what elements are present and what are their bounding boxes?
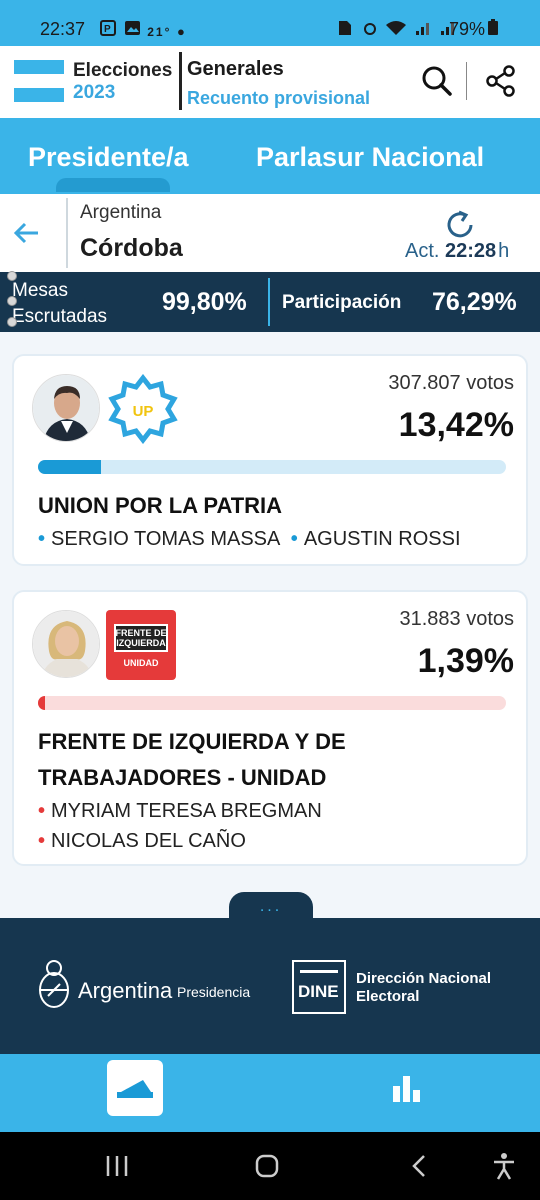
summary-divider (268, 278, 270, 326)
region-divider (66, 198, 68, 268)
tab-parlasur[interactable]: Parlasur Nacional (256, 142, 484, 173)
search-icon[interactable] (420, 64, 454, 98)
battery-level: 79% (449, 19, 499, 40)
header-divider (179, 52, 182, 110)
argentina-label: Argentina (78, 978, 173, 1003)
tab-presidente[interactable]: Presidente/a (28, 142, 189, 173)
app-header: Elecciones 2023 Generales Recuento provi… (0, 46, 540, 118)
candidates-line: • SERGIO TOMAS MASSA • AGUSTIN ROSSI (38, 528, 461, 550)
wifi-icon (386, 21, 407, 35)
status-bar: 22:37 P 21° ● 79% (0, 0, 540, 46)
image-icon (124, 21, 140, 35)
system-icons (336, 20, 457, 39)
participation-value: 76,29% (432, 288, 517, 316)
selection-handle[interactable] (7, 317, 17, 327)
party-logo-fit: FRENTE DE IZQUIERDA UNIDAD (106, 610, 176, 680)
province-name: Córdoba (80, 234, 183, 262)
accessibility-icon[interactable] (492, 1152, 516, 1180)
region-bar: Argentina Córdoba Act. 22:28 h (0, 194, 540, 272)
dot-icon: ● (177, 24, 187, 39)
result-card-up[interactable]: UP 307.807 votos 13,42% UNION POR LA PAT… (12, 354, 528, 566)
parking-icon: P (100, 20, 116, 36)
battery-icon (488, 19, 499, 35)
mesas-value: 99,80% (162, 288, 247, 316)
dine-logo: DINE (292, 960, 346, 1014)
back-icon[interactable] (12, 218, 42, 248)
mesas-label: Mesas Escrutadas (12, 280, 108, 327)
system-nav-bar (0, 1132, 540, 1200)
election-type: Generales (187, 58, 284, 80)
progress-fill (38, 460, 101, 474)
logo-year: 2023 (73, 82, 116, 103)
status-time: 22:37 (40, 19, 86, 39)
candidate-photo (32, 374, 100, 442)
bullet: • (38, 528, 46, 550)
summary-bar: Mesas Escrutadas 99,80% Participación 76… (0, 272, 540, 332)
logo-text: UNIDAD (123, 658, 159, 668)
vote-percent: 1,39% (417, 642, 514, 680)
presidencia-label: Presidencia (177, 984, 251, 1000)
recents-icon[interactable] (104, 1154, 130, 1178)
selection-handle[interactable] (7, 296, 17, 306)
dine-label: Dirección Nacional Electoral (356, 970, 492, 1005)
footer: Argentina Presidencia DINE Dirección Nac… (0, 918, 540, 1054)
back-nav-icon[interactable] (410, 1154, 430, 1178)
bullet: • (290, 528, 298, 550)
svg-text:UP: UP (133, 403, 154, 420)
selection-handle[interactable] (7, 271, 17, 281)
temperature: 21° (147, 25, 172, 39)
share-icon[interactable] (484, 64, 518, 98)
logo-title: Elecciones (73, 60, 173, 81)
sim-icon (339, 21, 351, 35)
result-card-fit[interactable]: FRENTE DE IZQUIERDA UNIDAD 31.883 votos 1… (12, 590, 528, 866)
coat-of-arms-icon (34, 958, 74, 1012)
update-time: Act. 22:28 h (405, 240, 510, 262)
candidate-photo (32, 610, 100, 678)
logo-text: FRENTE DE IZQUIERDA (115, 628, 167, 648)
candidate-item: • NICOLAS DEL CAÑO (38, 830, 246, 852)
vote-count: 307.807 votos (388, 372, 514, 394)
header-subtitle: Recuento provisional (187, 88, 371, 108)
progress-fill (38, 696, 46, 710)
bar-chart-icon[interactable] (391, 1072, 423, 1104)
home-icon[interactable] (255, 1154, 281, 1178)
tab-bar: Presidente/a Parlasur Nacional (0, 118, 540, 194)
refresh-icon[interactable] (443, 208, 477, 242)
ballot-icon[interactable] (107, 1060, 163, 1116)
party-name: UNION POR LA PATRIA (38, 493, 283, 518)
vote-percent: 13,42% (398, 406, 514, 444)
party-logo-up: UP (108, 373, 178, 445)
country-name: Argentina (80, 202, 162, 223)
header-divider (466, 62, 467, 100)
flag-logo (14, 60, 64, 104)
bullet: • (38, 830, 46, 852)
alarm-icon (363, 23, 376, 35)
participation-label: Participación (282, 292, 402, 313)
bottom-nav (0, 1054, 540, 1132)
progress-bar (38, 460, 506, 474)
vote-count: 31.883 votos (399, 608, 514, 630)
notification-icons: P 21° ● (100, 20, 187, 39)
svg-text:P: P (104, 24, 113, 35)
active-tab-indicator (56, 178, 170, 192)
candidate-item: • MYRIAM TERESA BREGMAN (38, 800, 322, 822)
party-name: FRENTE DE IZQUIERDA Y DE TRABAJADORES - … (38, 729, 346, 790)
progress-bar (38, 696, 506, 710)
bullet: • (38, 800, 46, 822)
signal-icon (415, 23, 429, 35)
